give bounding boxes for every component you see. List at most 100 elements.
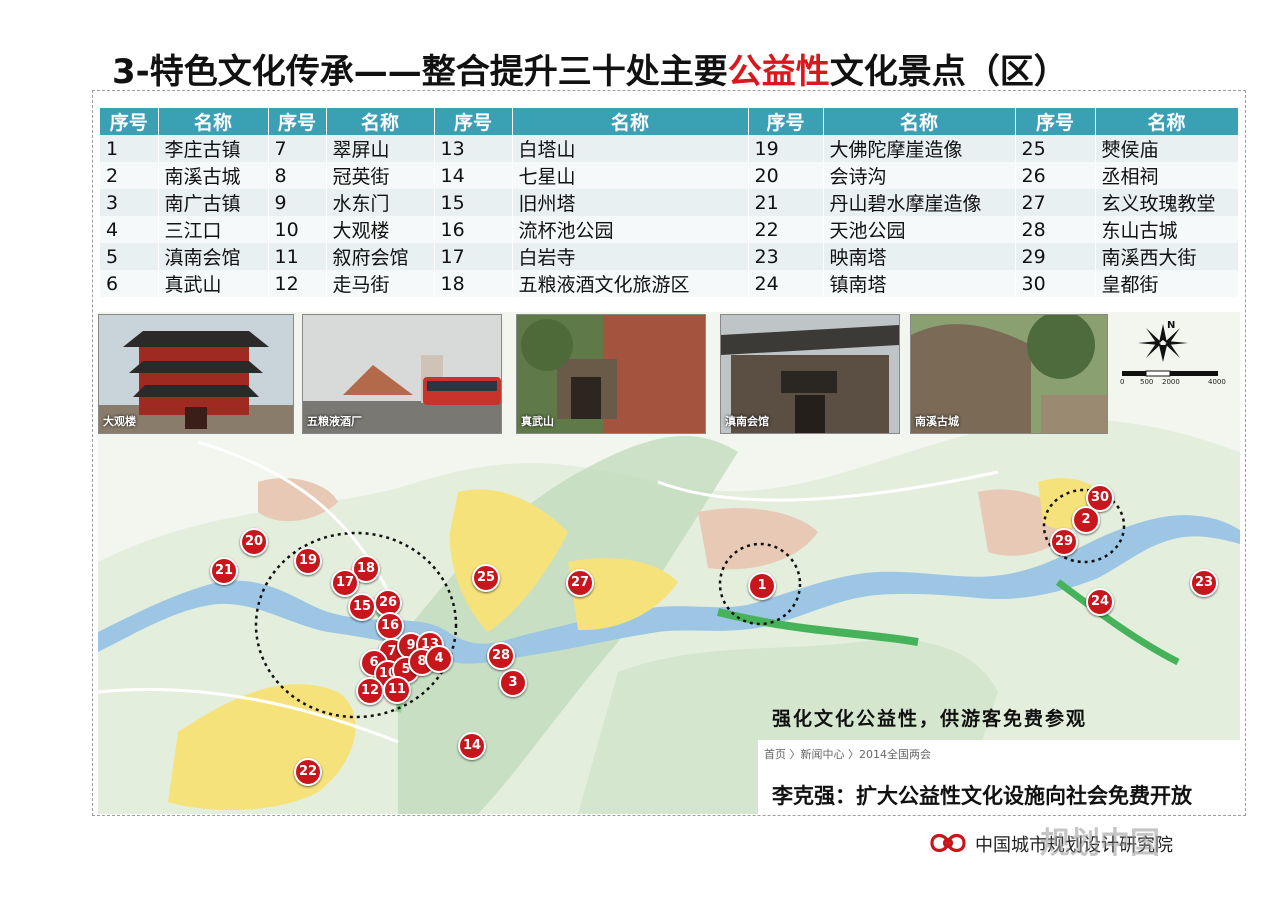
cell-site-name: 翠屏山 [326,135,435,162]
cell-site-name: 流杯池公园 [512,216,749,243]
site-marker: 21 [210,557,238,585]
site-marker: 23 [1190,569,1218,597]
header-no: 序号 [748,108,824,135]
site-marker: 2 [1072,506,1100,534]
site-marker: 3 [499,669,527,697]
cell-number: 28 [1015,216,1096,243]
news-clip: 首页 〉新闻中心 〉2014全国两会 李克强：扩大公益性文化设施向社会免费开放 [758,740,1244,814]
cell-site-name: 南溪西大街 [1095,243,1239,270]
site-marker: 12 [356,677,384,705]
header-no: 序号 [268,108,327,135]
cell-site-name: 东山古城 [1095,216,1239,243]
cell-site-name: 南溪古城 [158,162,269,189]
slogan: 强化文化公益性，供游客免费参观 [772,708,1088,730]
site-marker: 19 [294,547,322,575]
planning-map: 大观楼 五粮液酒厂 真武山 滇南会馆 南溪古城 N 0 500 2000 400… [98,312,1240,814]
caupd-logo-icon [926,828,970,862]
cell-number: 20 [748,162,824,189]
news-headline: 李克强：扩大公益性文化设施向社会免费开放 [772,784,1192,808]
cell-site-name: 大佛陀摩崖造像 [823,135,1016,162]
scale-label: 2000 [1162,378,1180,386]
header-name: 名称 [1095,108,1239,135]
photo-zhenwushan: 真武山 [516,314,706,434]
page-title: 3-特色文化传承——整合提升三十处主要公益性文化景点（区） [112,52,1068,92]
table-row: 4 三江口 10 大观楼 16 流杯池公园 22 天池公园 28 东山古城 [100,216,1239,243]
north-arrow-icon: N [1132,318,1194,368]
cell-number: 6 [100,270,159,297]
cell-site-name: 僰侯庙 [1095,135,1239,162]
cell-number: 2 [100,162,159,189]
table-row: 3 南广古镇 9 水东门 15 旧州塔 21 丹山碧水摩崖造像 27 玄义玫瑰教堂 [100,189,1239,216]
site-marker: 11 [383,676,411,704]
cell-site-name: 大观楼 [326,216,435,243]
cell-number: 15 [434,189,513,216]
cell-site-name: 滇南会馆 [158,243,269,270]
cell-site-name: 白塔山 [512,135,749,162]
photo-daguanlou: 大观楼 [98,314,294,434]
table-header-row: 序号 名称 序号 名称 序号 名称 序号 名称 序号 名称 [100,108,1239,135]
header-name: 名称 [326,108,435,135]
cell-site-name: 叙府会馆 [326,243,435,270]
cell-number: 7 [268,135,327,162]
news-breadcrumb: 首页 〉新闻中心 〉2014全国两会 [764,748,931,761]
photo-caption: 大观楼 [103,415,136,428]
site-marker: 17 [331,569,359,597]
cell-number: 24 [748,270,824,297]
cell-site-name: 白岩寺 [512,243,749,270]
cell-site-name: 五粮液酒文化旅游区 [512,270,749,297]
cell-number: 30 [1015,270,1096,297]
cell-number: 27 [1015,189,1096,216]
cell-number: 10 [268,216,327,243]
scale-bar: 0 500 2000 4000 [1116,370,1226,392]
photo-nanxi-gucheng: 南溪古城 [910,314,1108,434]
site-marker: 15 [348,593,376,621]
cell-number: 12 [268,270,327,297]
site-marker: 28 [487,642,515,670]
cell-number: 4 [100,216,159,243]
site-marker: 14 [458,732,486,760]
cell-site-name: 水东门 [326,189,435,216]
site-marker: 27 [566,569,594,597]
table-row: 1 李庄古镇 7 翠屏山 13 白塔山 19 大佛陀摩崖造像 25 僰侯庙 [100,135,1239,162]
header-name: 名称 [158,108,269,135]
cell-number: 8 [268,162,327,189]
cell-site-name: 丹山碧水摩崖造像 [823,189,1016,216]
cell-number: 26 [1015,162,1096,189]
header-no: 序号 [434,108,513,135]
site-marker: 1 [748,572,776,600]
photo-caption: 真武山 [521,415,554,428]
cell-number: 19 [748,135,824,162]
cell-site-name: 玄义玫瑰教堂 [1095,189,1239,216]
cell-number: 29 [1015,243,1096,270]
cell-site-name: 旧州塔 [512,189,749,216]
photo-caption: 南溪古城 [915,415,959,428]
cell-site-name: 映南塔 [823,243,1016,270]
cell-site-name: 七星山 [512,162,749,189]
photo-caption: 滇南会馆 [725,415,769,428]
cell-number: 18 [434,270,513,297]
site-marker: 20 [240,528,268,556]
site-marker: 25 [472,564,500,592]
cell-number: 11 [268,243,327,270]
photo-diannan-huiguan: 滇南会馆 [720,314,900,434]
table-row: 2 南溪古城 8 冠英街 14 七星山 20 会诗沟 26 丞相祠 [100,162,1239,189]
scale-label: 4000 [1208,378,1226,386]
photo-caption: 五粮液酒厂 [307,415,362,428]
title-highlight: 公益性 [727,52,830,92]
cell-site-name: 皇都街 [1095,270,1239,297]
header-name: 名称 [512,108,749,135]
site-marker: 4 [425,645,453,673]
scale-label: 0 [1120,378,1125,386]
cell-number: 16 [434,216,513,243]
cell-number: 13 [434,135,513,162]
watermark: 规划中国 [1040,826,1160,861]
cell-site-name: 会诗沟 [823,162,1016,189]
cell-number: 3 [100,189,159,216]
cell-site-name: 真武山 [158,270,269,297]
sites-table: 序号 名称 序号 名称 序号 名称 序号 名称 序号 名称 1 李庄古镇 7 翠屏山 1… [100,108,1239,297]
header-no: 序号 [100,108,159,135]
table-row: 5 滇南会馆 11 叙府会馆 17 白岩寺 23 映南塔 29 南溪西大街 [100,243,1239,270]
cell-site-name: 天池公园 [823,216,1016,243]
cell-number: 1 [100,135,159,162]
cell-number: 5 [100,243,159,270]
